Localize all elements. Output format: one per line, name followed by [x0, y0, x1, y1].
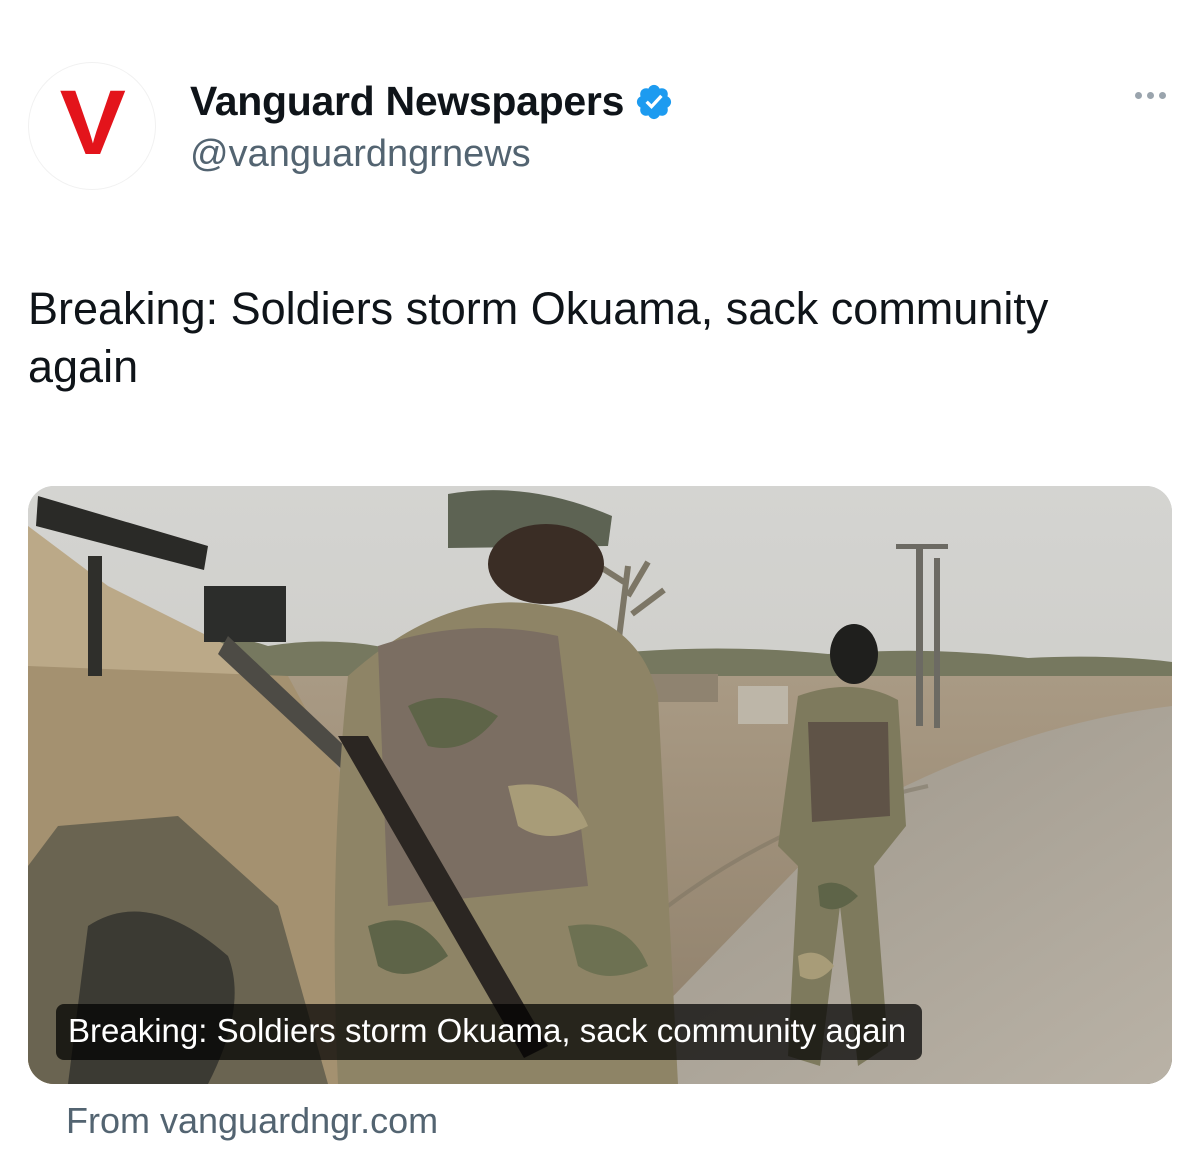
more-options-button[interactable] — [1135, 92, 1166, 99]
tweet-author: Vanguard Newspapers @vanguardngrnews — [190, 78, 674, 176]
more-dot — [1135, 92, 1142, 99]
verified-badge-icon — [636, 84, 672, 119]
card-caption: Breaking: Soldiers storm Okuama, sack co… — [56, 1004, 923, 1060]
avatar-logo-letter: V — [59, 72, 126, 174]
tweet: V Vanguard Newspapers @vanguardngrnews B… — [0, 0, 1200, 1168]
avatar[interactable]: V — [28, 62, 156, 190]
card-source-link[interactable]: From vanguardngr.com — [66, 1100, 438, 1142]
tweet-text: Breaking: Soldiers storm Okuama, sack co… — [28, 283, 1049, 392]
author-name-row: Vanguard Newspapers — [190, 78, 674, 125]
more-dot — [1159, 92, 1166, 99]
author-handle[interactable]: @vanguardngrnews — [190, 133, 674, 176]
more-dot — [1147, 92, 1154, 99]
card-image — [28, 486, 1172, 1084]
author-display-name[interactable]: Vanguard Newspapers — [190, 78, 624, 125]
link-card[interactable]: Breaking: Soldiers storm Okuama, sack co… — [28, 486, 1172, 1084]
